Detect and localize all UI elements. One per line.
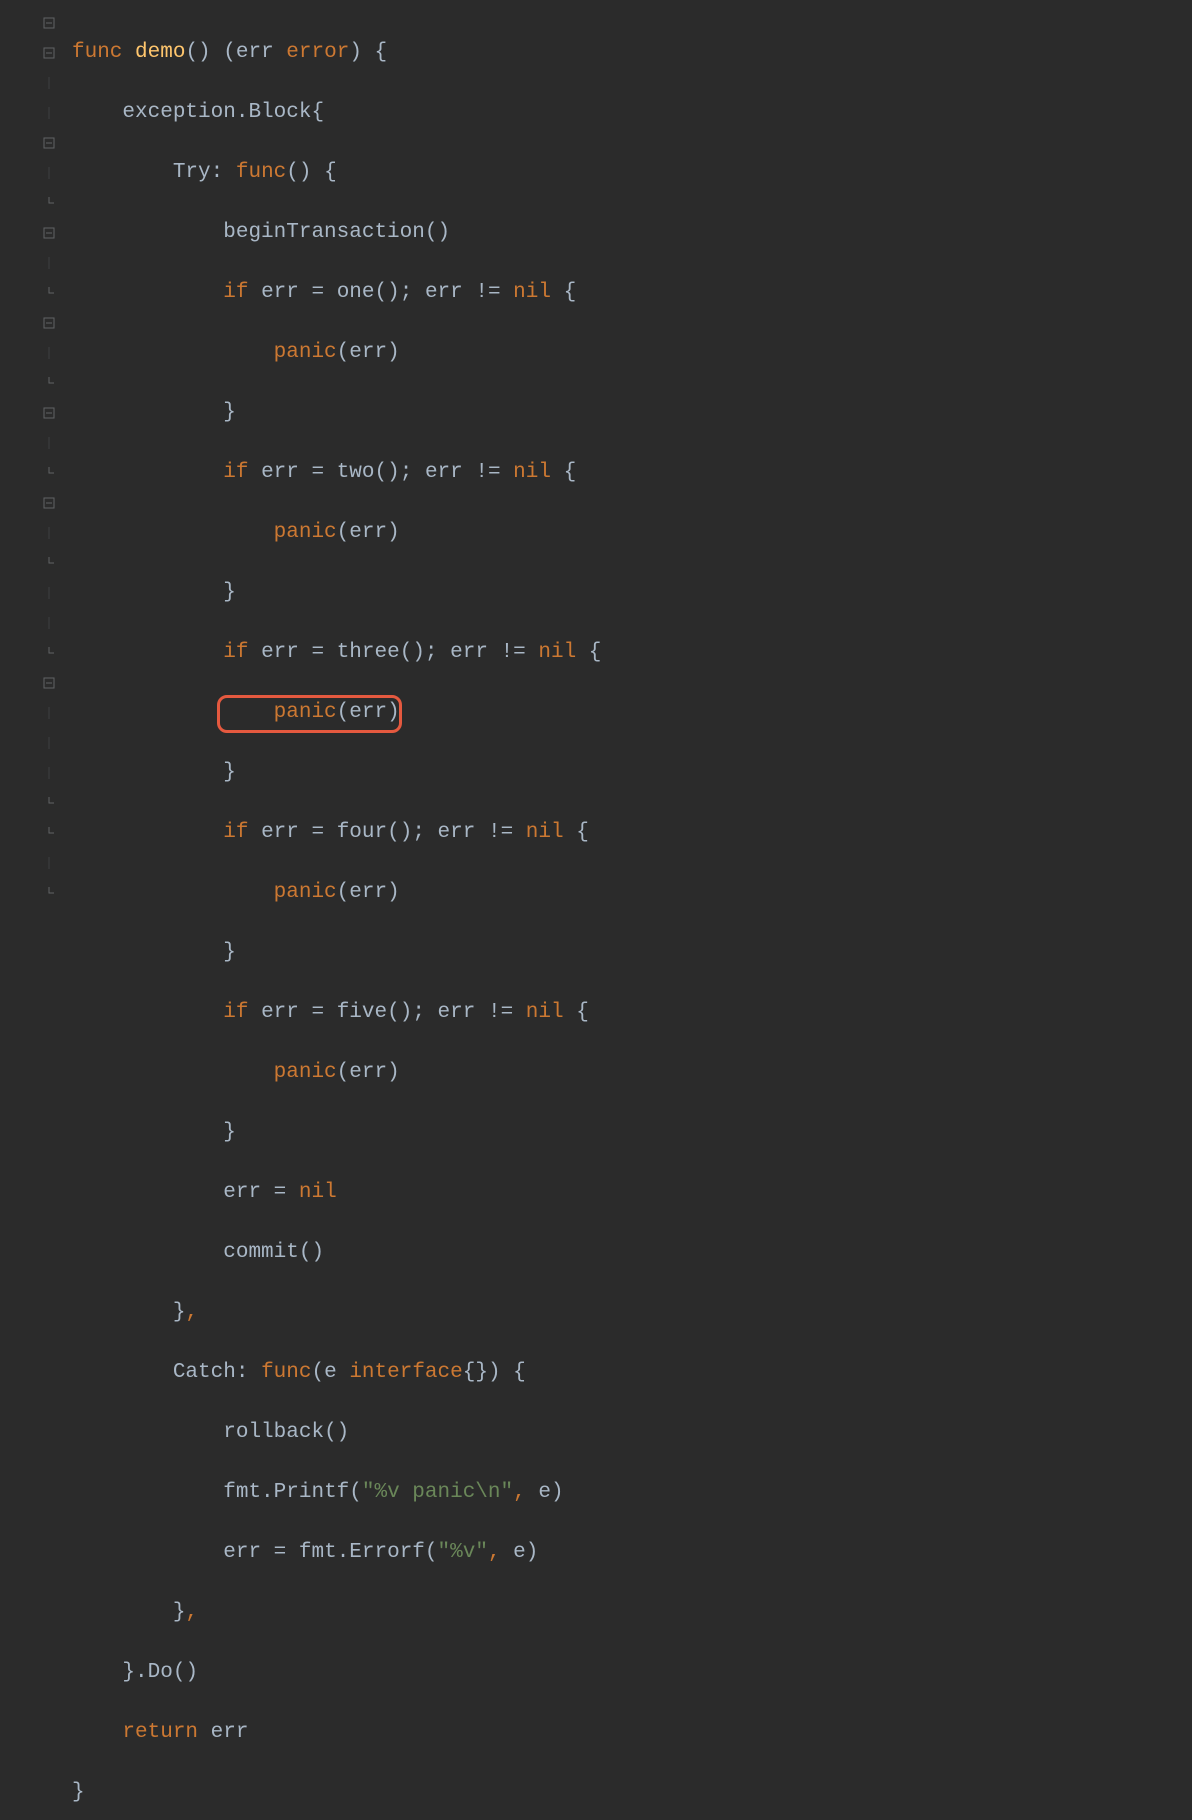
fold-collapse-icon[interactable] <box>42 136 56 150</box>
fold-guide <box>42 856 56 870</box>
gutter-row <box>0 428 62 458</box>
code-line: if err = five(); err != nil { <box>72 998 1192 1028</box>
code-line: Try: func() { <box>72 158 1192 188</box>
gutter-row <box>0 158 62 188</box>
gutter-row <box>0 728 62 758</box>
fold-collapse-icon[interactable] <box>42 16 56 30</box>
fold-end-icon[interactable] <box>42 376 56 390</box>
gutter-row <box>0 488 62 518</box>
fold-guide <box>42 346 56 360</box>
code-editor[interactable]: func demo() (err error) { exception.Bloc… <box>62 0 1192 910</box>
gutter-row <box>0 668 62 698</box>
code-line: return err <box>72 1718 1192 1748</box>
fold-end-icon[interactable] <box>42 796 56 810</box>
gutter-row <box>0 8 62 38</box>
gutter-row <box>0 608 62 638</box>
code-line: panic(err) <box>72 698 1192 728</box>
code-line: if err = four(); err != nil { <box>72 818 1192 848</box>
code-line: } <box>72 938 1192 968</box>
gutter-row <box>0 398 62 428</box>
code-line: commit() <box>72 1238 1192 1268</box>
fold-collapse-icon[interactable] <box>42 496 56 510</box>
code-line: } <box>72 578 1192 608</box>
gutter-row <box>0 758 62 788</box>
gutter-row <box>0 188 62 218</box>
gutter-row <box>0 788 62 818</box>
gutter-row <box>0 68 62 98</box>
fold-guide <box>42 586 56 600</box>
code-line: if err = three(); err != nil { <box>72 638 1192 668</box>
fold-end-icon[interactable] <box>42 196 56 210</box>
gutter-row <box>0 698 62 728</box>
code-line: }, <box>72 1598 1192 1628</box>
gutter-row <box>0 548 62 578</box>
code-line: } <box>72 1778 1192 1808</box>
fold-guide <box>42 436 56 450</box>
code-line: }, <box>72 1298 1192 1328</box>
code-line: panic(err) <box>72 338 1192 368</box>
code-line: Catch: func(e interface{}) { <box>72 1358 1192 1388</box>
fold-end-icon[interactable] <box>42 826 56 840</box>
code-line: } <box>72 398 1192 428</box>
fold-collapse-icon[interactable] <box>42 676 56 690</box>
gutter-row <box>0 818 62 848</box>
gutter-row <box>0 98 62 128</box>
code-line: exception.Block{ <box>72 98 1192 128</box>
gutter-row <box>0 848 62 878</box>
code-line: beginTransaction() <box>72 218 1192 248</box>
fold-guide <box>42 616 56 630</box>
fold-end-icon[interactable] <box>42 466 56 480</box>
gutter-row <box>0 638 62 668</box>
gutter-row <box>0 278 62 308</box>
fold-end-icon[interactable] <box>42 556 56 570</box>
code-line: if err = two(); err != nil { <box>72 458 1192 488</box>
fold-guide <box>42 106 56 120</box>
code-line: err = nil <box>72 1178 1192 1208</box>
code-line: panic(err) <box>72 518 1192 548</box>
keyword-func: func <box>72 41 122 64</box>
fold-guide <box>42 76 56 90</box>
fold-collapse-icon[interactable] <box>42 406 56 420</box>
code-line: } <box>72 1118 1192 1148</box>
fold-end-icon[interactable] <box>42 646 56 660</box>
gutter-row <box>0 368 62 398</box>
code-line: rollback() <box>72 1418 1192 1448</box>
fold-guide <box>42 256 56 270</box>
fold-end-icon[interactable] <box>42 886 56 900</box>
gutter-row <box>0 518 62 548</box>
code-line: panic(err) <box>72 878 1192 908</box>
code-line: if err = one(); err != nil { <box>72 278 1192 308</box>
gutter-row <box>0 38 62 68</box>
fold-guide <box>42 526 56 540</box>
function-name: demo <box>135 41 185 64</box>
gutter-row <box>0 218 62 248</box>
fold-collapse-icon[interactable] <box>42 226 56 240</box>
gutter-row <box>0 878 62 908</box>
code-line: err = fmt.Errorf("%v", e) <box>72 1538 1192 1568</box>
code-line: } <box>72 758 1192 788</box>
gutter-row <box>0 248 62 278</box>
gutter-row <box>0 128 62 158</box>
fold-collapse-icon[interactable] <box>42 316 56 330</box>
code-line: func demo() (err error) { <box>72 38 1192 68</box>
gutter-row <box>0 308 62 338</box>
code-line: panic(err) <box>72 1058 1192 1088</box>
fold-guide <box>42 166 56 180</box>
fold-guide <box>42 766 56 780</box>
code-line: fmt.Printf("%v panic\n", e) <box>72 1478 1192 1508</box>
fold-gutter <box>0 0 62 910</box>
fold-collapse-icon[interactable] <box>42 46 56 60</box>
fold-guide <box>42 736 56 750</box>
gutter-row <box>0 338 62 368</box>
fold-guide <box>42 706 56 720</box>
gutter-row <box>0 458 62 488</box>
fold-end-icon[interactable] <box>42 286 56 300</box>
code-line: }.Do() <box>72 1658 1192 1688</box>
gutter-row <box>0 578 62 608</box>
